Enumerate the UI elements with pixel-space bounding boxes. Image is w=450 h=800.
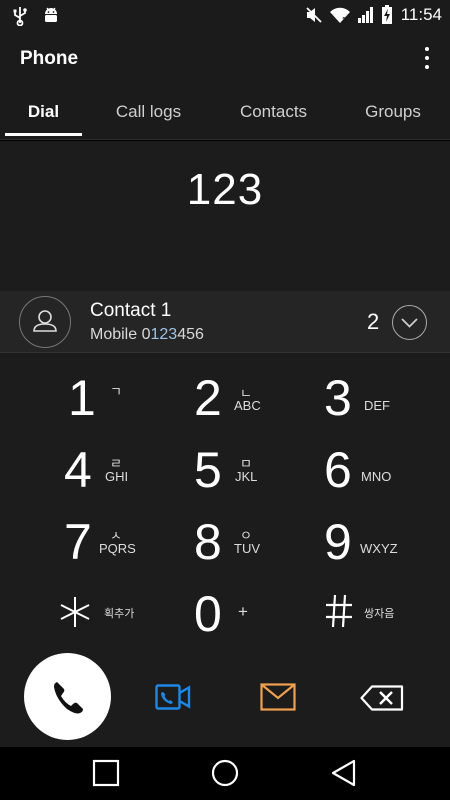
- key-digit: 4: [64, 442, 92, 498]
- svg-text:⇅: ⇅: [342, 16, 348, 24]
- home-icon[interactable]: [211, 759, 239, 787]
- backspace-icon: [360, 685, 404, 711]
- person-icon: [33, 310, 57, 332]
- key-0[interactable]: 0 +: [150, 575, 300, 647]
- key-star[interactable]: 획추가: [0, 575, 150, 647]
- contact-number-pre: 0: [141, 326, 151, 343]
- tab-groups[interactable]: Groups: [350, 102, 436, 122]
- key-letters: PQRS: [99, 541, 136, 556]
- key-letters: +: [238, 602, 248, 621]
- dial-number-display[interactable]: 123: [0, 141, 450, 291]
- key-letters: TUV: [234, 541, 260, 556]
- contact-number-post: 456: [177, 326, 204, 343]
- video-call-button[interactable]: [155, 684, 191, 715]
- key-digit: 9: [324, 514, 352, 570]
- key-3[interactable]: 3 DEF: [300, 359, 450, 431]
- backspace-button[interactable]: [360, 685, 404, 716]
- phone-icon: [54, 682, 83, 714]
- recents-icon[interactable]: [92, 759, 120, 787]
- key-pound[interactable]: 쌍자음: [300, 575, 450, 647]
- avatar: [19, 296, 71, 348]
- mute-icon: [306, 7, 322, 23]
- contact-number: Mobile 0123456: [90, 326, 204, 344]
- key-digit: 1: [68, 370, 96, 426]
- key-8[interactable]: 8 ㅇ TUV: [150, 503, 300, 575]
- contact-name: Contact 1: [90, 300, 172, 321]
- key-digit: 7: [64, 514, 92, 570]
- key-letters: ABC: [234, 398, 261, 413]
- key-digit: 3: [324, 370, 352, 426]
- tab-dial[interactable]: Dial: [5, 102, 82, 122]
- contact-suggestion[interactable]: Contact 1 Mobile 0123456 2: [0, 291, 450, 353]
- key-5[interactable]: 5 ㅁ JKL: [150, 431, 300, 503]
- key-letters: 쌍자음: [364, 608, 395, 620]
- back-icon[interactable]: [330, 759, 358, 787]
- tab-indicator: [5, 133, 82, 136]
- key-7[interactable]: 7 ㅅ PQRS: [0, 503, 150, 575]
- key-9[interactable]: 9 WXYZ: [300, 503, 450, 575]
- android-debug-icon: [45, 7, 57, 22]
- contact-number-type: Mobile: [90, 326, 138, 343]
- tab-bar: Dial Call logs Contacts Groups: [0, 88, 450, 140]
- key-2[interactable]: 2 ㄴ ABC: [150, 359, 300, 431]
- key-digit: 5: [194, 442, 222, 498]
- battery-charging-icon: [381, 5, 392, 24]
- key-digit: 8: [194, 514, 222, 570]
- action-bar: [0, 651, 450, 747]
- chevron-down-icon: [401, 318, 418, 328]
- key-letters: MNO: [361, 469, 392, 484]
- dialed-number: 123: [186, 165, 264, 214]
- call-button[interactable]: [24, 653, 111, 740]
- hash-icon: [326, 594, 352, 628]
- navigation-bar: [0, 748, 450, 800]
- tab-call-logs[interactable]: Call logs: [100, 102, 197, 122]
- signal-icon: [357, 7, 373, 23]
- key-letters: 획추가: [104, 608, 135, 620]
- video-call-icon: [155, 684, 191, 710]
- asterisk-icon: [60, 597, 90, 627]
- key-6[interactable]: 6 MNO: [300, 431, 450, 503]
- key-1[interactable]: 1 ㄱ: [0, 359, 150, 431]
- key-letters: DEF: [364, 398, 390, 413]
- contact-number-match: 123: [150, 326, 178, 343]
- key-letters: JKL: [235, 469, 258, 484]
- key-digit: 2: [194, 370, 222, 426]
- key-digit: 0: [194, 586, 222, 642]
- key-letters: WXYZ: [360, 541, 398, 556]
- key-4[interactable]: 4 ㄹ GHI: [0, 431, 150, 503]
- key-letters: GHI: [105, 469, 129, 484]
- key-korean: ㄱ: [110, 384, 122, 399]
- expand-matches-button[interactable]: [392, 305, 427, 340]
- status-time: 11:54: [400, 5, 442, 24]
- envelope-icon: [260, 683, 296, 711]
- wifi-icon: ⇅: [329, 7, 350, 24]
- status-bar: ⇅ 11:54: [0, 0, 450, 32]
- overflow-menu-icon[interactable]: [422, 44, 432, 74]
- tab-contacts[interactable]: Contacts: [225, 102, 322, 122]
- match-count: 2: [367, 309, 380, 334]
- dial-keypad: 1 ㄱ 2 ㄴ ABC 3 DEF 4 ㄹ GHI 5 ㅁ JKL 6 MNO …: [0, 353, 450, 651]
- message-button[interactable]: [260, 683, 296, 716]
- key-digit: 6: [324, 442, 352, 498]
- page-title: Phone: [20, 48, 79, 69]
- app-bar: Phone: [0, 32, 450, 88]
- usb-icon: [13, 7, 27, 26]
